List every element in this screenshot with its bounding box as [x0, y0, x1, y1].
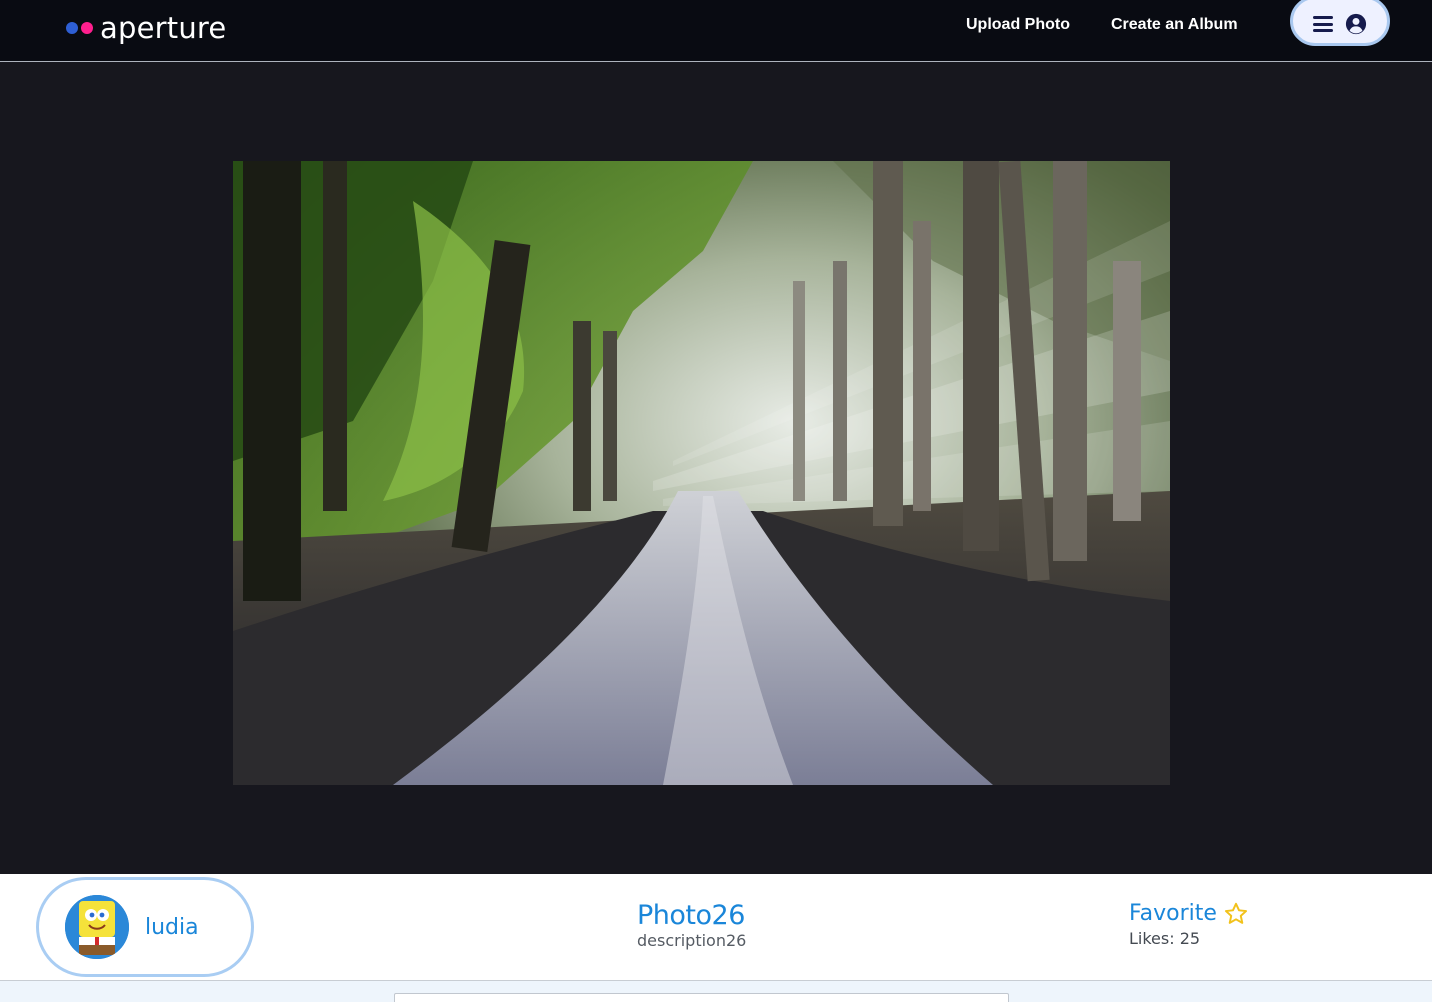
account-menu-button[interactable]	[1290, 0, 1390, 46]
username: ludia	[145, 914, 199, 940]
photo-info-bar: ludia Photo26 description26 Favorite Lik…	[0, 874, 1432, 981]
photo-title-block: Photo26 description26	[637, 900, 746, 951]
user-circle-icon	[1345, 13, 1367, 35]
main-photo	[233, 161, 1170, 785]
avatar	[65, 895, 129, 959]
photo-title: Photo26	[637, 900, 745, 931]
photo-description: description26	[637, 931, 747, 950]
favorite-block: Favorite Likes: 25	[1129, 900, 1249, 950]
forest-road-image	[233, 161, 1170, 785]
logo-dot-pink	[81, 22, 93, 34]
comment-area	[0, 981, 1432, 1002]
user-profile-chip[interactable]: ludia	[36, 877, 254, 977]
upload-photo-link[interactable]: Upload Photo	[966, 16, 1070, 34]
photo-stage	[0, 63, 1432, 874]
brand-name: aperture	[100, 10, 227, 45]
brand-logo[interactable]: aperture	[66, 10, 226, 46]
bars-icon	[1313, 16, 1333, 32]
favorite-label: Favorite	[1129, 901, 1217, 926]
star-outline-icon	[1224, 902, 1247, 924]
create-album-link[interactable]: Create an Album	[1111, 16, 1238, 34]
likes-count: Likes: 25	[1129, 929, 1201, 948]
avatar-image	[65, 895, 129, 959]
logo-dot-blue	[66, 22, 78, 34]
favorite-button[interactable]: Favorite	[1129, 900, 1249, 928]
top-navbar: aperture Upload Photo Create an Album	[0, 0, 1432, 62]
comment-input[interactable]	[394, 993, 1009, 1002]
